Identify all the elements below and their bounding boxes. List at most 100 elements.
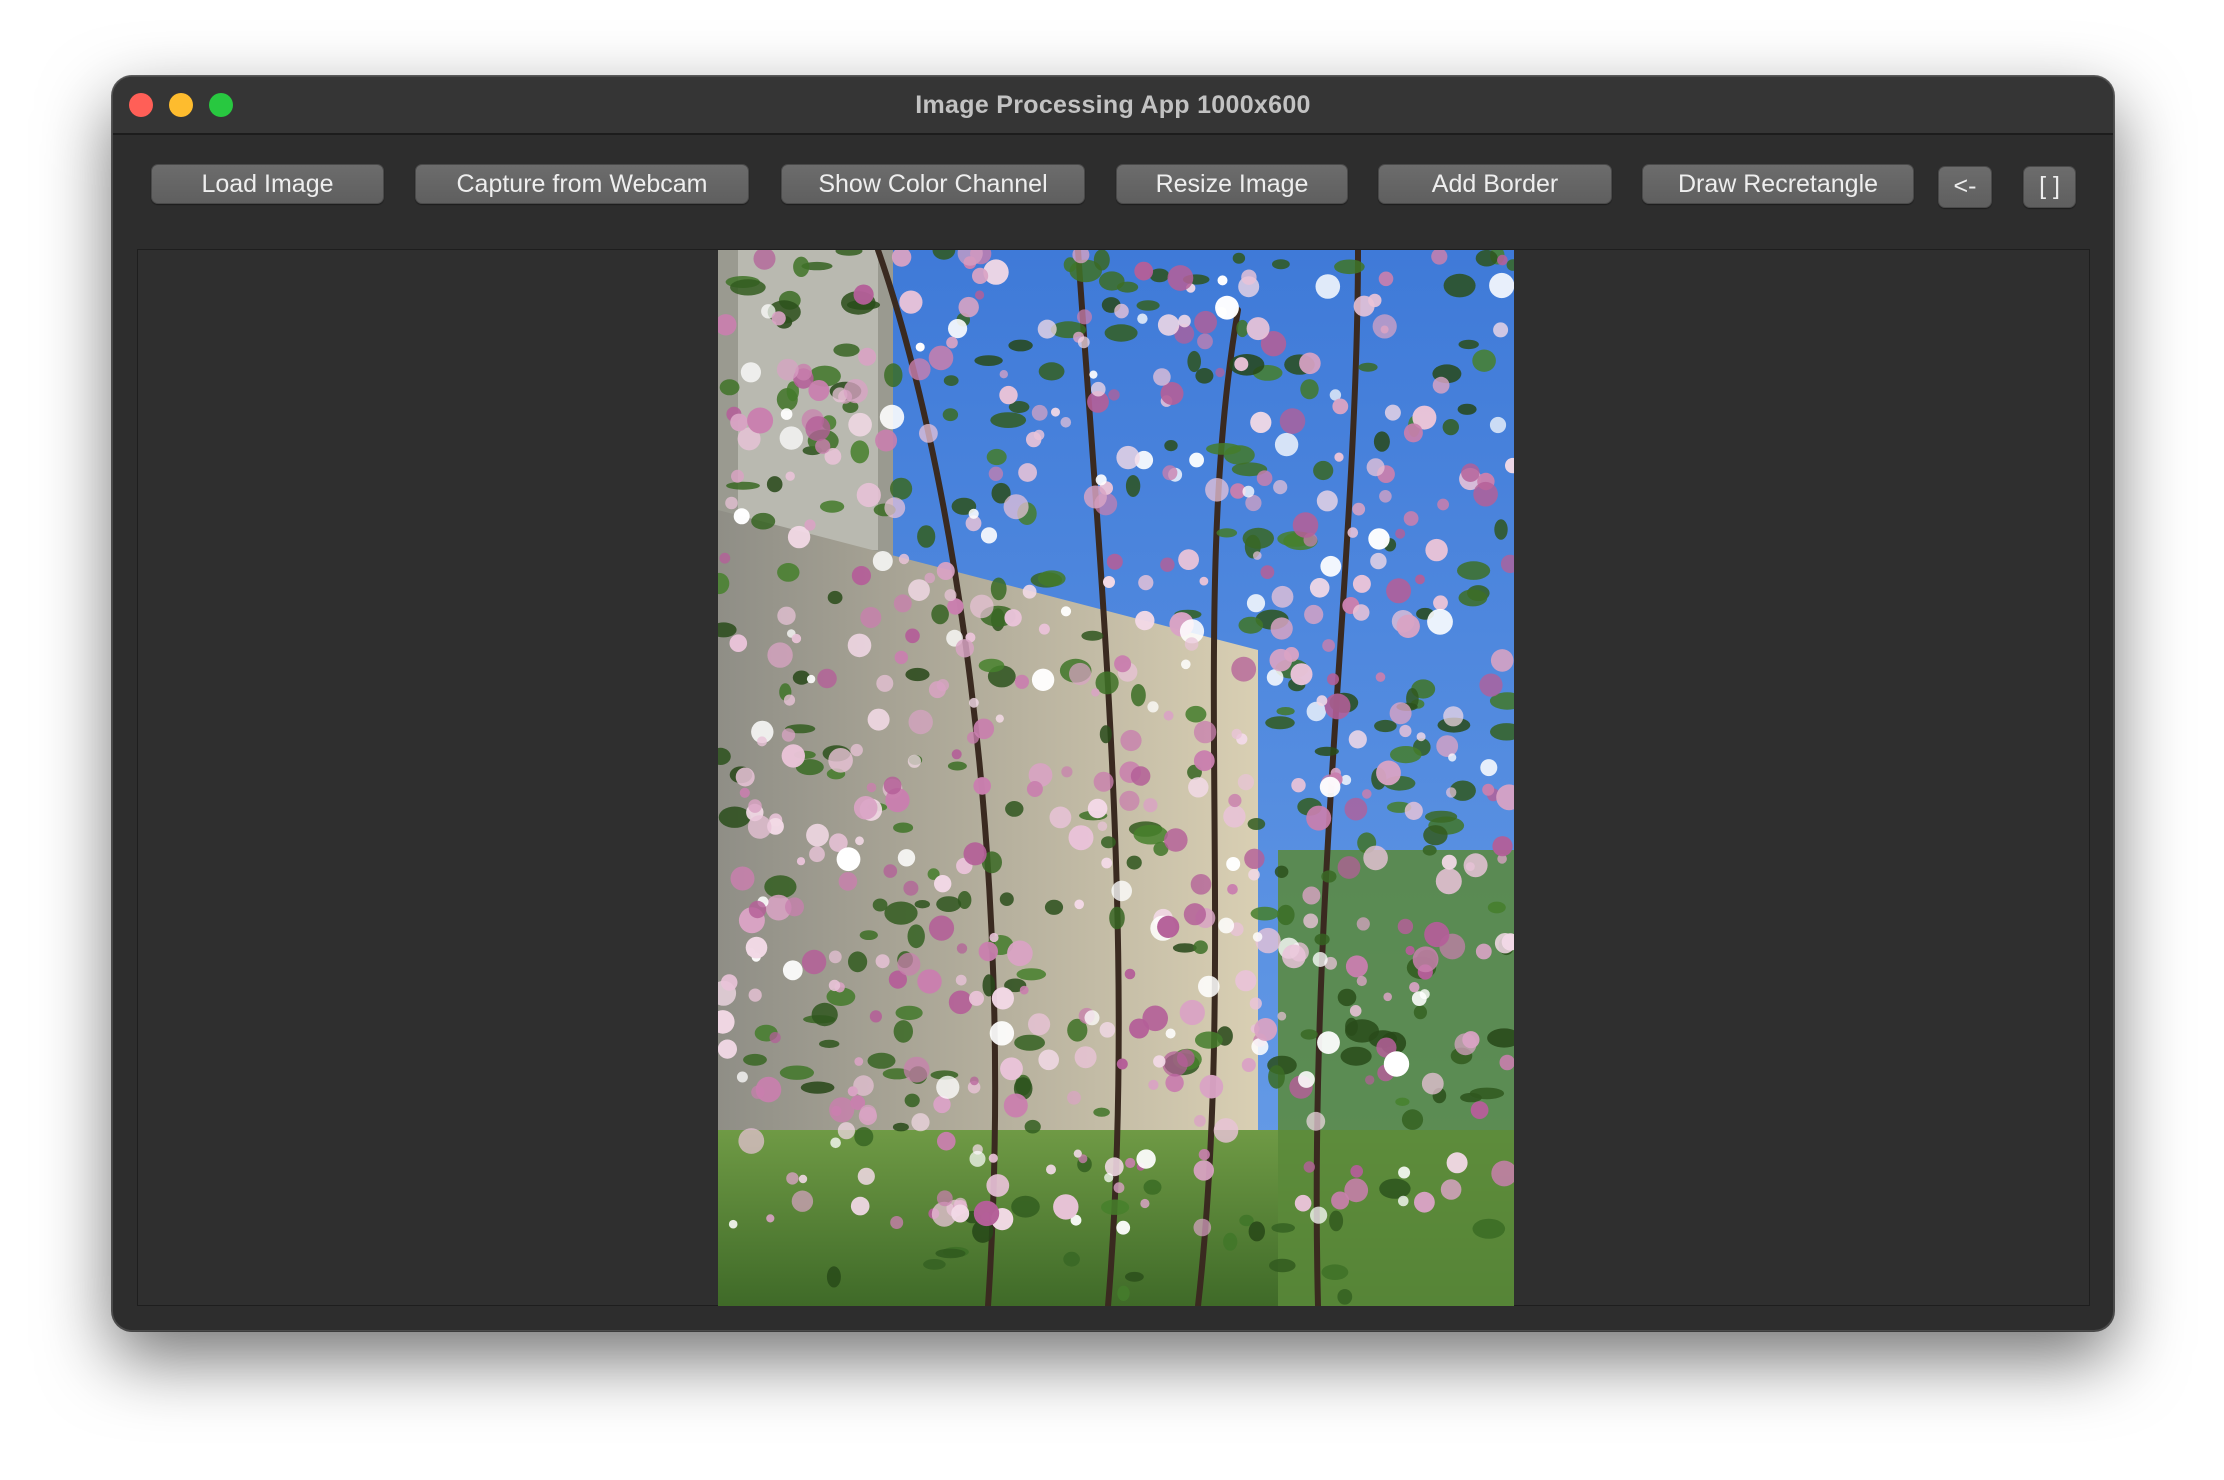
blossom — [1007, 940, 1033, 967]
leaf — [1329, 1210, 1344, 1232]
blossom — [936, 562, 955, 580]
blossom — [1378, 271, 1394, 287]
blossom — [837, 1122, 855, 1140]
leaf — [999, 892, 1014, 906]
blossom — [1157, 915, 1180, 939]
blossom — [980, 527, 998, 544]
blossom — [1176, 1049, 1195, 1068]
blossom — [1292, 512, 1319, 538]
draw-rectangle-button[interactable]: Draw Recretangle — [1642, 164, 1914, 204]
blossom — [1226, 857, 1241, 871]
blossom — [928, 345, 954, 371]
blossom — [1271, 585, 1294, 608]
blossom — [1479, 673, 1503, 697]
leaf — [905, 667, 930, 682]
leaf — [1185, 705, 1207, 723]
leaf — [890, 477, 913, 500]
blossom — [1213, 1118, 1239, 1143]
image-canvas[interactable] — [137, 249, 2090, 1306]
blossom — [1404, 801, 1423, 821]
blossom — [779, 426, 803, 450]
leaf — [850, 440, 870, 464]
blossom — [1399, 724, 1412, 738]
blossom — [1344, 797, 1368, 821]
leaf — [1136, 300, 1160, 311]
show-color-channel-button[interactable]: Show Color Channel — [781, 164, 1085, 204]
blossom — [875, 954, 890, 969]
blossom — [1290, 663, 1313, 686]
blossom — [1249, 997, 1262, 1010]
leaf — [1373, 431, 1390, 452]
leaf — [936, 896, 962, 912]
blossom — [1241, 269, 1257, 285]
blossom — [1312, 952, 1328, 967]
blossom — [1273, 480, 1288, 495]
leaf — [751, 512, 776, 530]
leaf — [1379, 1178, 1411, 1199]
blossom — [1091, 381, 1106, 397]
blossom — [828, 748, 853, 773]
app-window: Image Processing App 1000x600 Load Image… — [112, 76, 2114, 1331]
blossom — [1409, 982, 1420, 993]
blossom — [883, 776, 902, 795]
blossom — [796, 857, 806, 866]
blossom — [843, 379, 868, 404]
blossom — [748, 799, 762, 813]
blossom — [1143, 798, 1158, 813]
blossom — [1376, 760, 1401, 786]
blossom — [1372, 314, 1397, 339]
blossom — [1108, 389, 1120, 401]
blossom — [747, 407, 774, 434]
crop-button[interactable]: [ ] — [2023, 166, 2076, 208]
blossom — [1178, 314, 1191, 328]
leaf — [1457, 403, 1477, 415]
blossom — [1386, 578, 1412, 604]
blossom — [805, 416, 831, 442]
leaf — [1277, 904, 1295, 926]
blossom — [1424, 921, 1450, 948]
undo-button[interactable]: <- — [1938, 166, 1992, 208]
blossom — [1277, 1011, 1287, 1021]
blossom — [1188, 777, 1209, 798]
leaf — [1250, 906, 1279, 921]
blossom — [739, 787, 750, 798]
blossom — [1097, 821, 1108, 831]
leaf — [1472, 349, 1496, 372]
add-border-button[interactable]: Add Border — [1378, 164, 1612, 204]
blossom — [1480, 759, 1498, 777]
leaf — [1300, 379, 1319, 400]
blossom — [850, 743, 863, 757]
leaf — [833, 343, 860, 357]
capture-webcam-button[interactable]: Capture from Webcam — [415, 164, 749, 204]
leaf — [1374, 719, 1397, 733]
leaf — [1276, 707, 1295, 716]
leaf — [826, 1266, 841, 1288]
blossom — [955, 974, 967, 986]
load-image-button[interactable]: Load Image — [151, 164, 384, 204]
blossom — [801, 949, 827, 975]
blossom — [1130, 766, 1151, 786]
blossom — [1352, 502, 1366, 516]
blossom — [1147, 701, 1159, 713]
blossom — [1397, 918, 1414, 935]
blossom — [780, 408, 793, 420]
title-bar: Image Processing App 1000x600 — [113, 77, 2113, 135]
resize-image-button[interactable]: Resize Image — [1116, 164, 1348, 204]
blossom — [1415, 574, 1425, 585]
blossom — [791, 633, 802, 644]
blossom — [1004, 609, 1022, 627]
leaf — [1274, 865, 1289, 878]
blossom — [1162, 465, 1178, 481]
blossom — [847, 1086, 858, 1097]
blossom — [1435, 868, 1462, 895]
leaf — [893, 822, 914, 833]
blossom — [958, 296, 979, 318]
blossom — [1193, 1160, 1214, 1181]
blossom — [806, 823, 829, 847]
blossom — [1028, 1013, 1051, 1036]
leaf — [719, 379, 740, 396]
blossom — [729, 634, 748, 652]
blossom — [1299, 352, 1321, 375]
blossom — [1356, 975, 1367, 987]
blossom — [1140, 1198, 1150, 1209]
